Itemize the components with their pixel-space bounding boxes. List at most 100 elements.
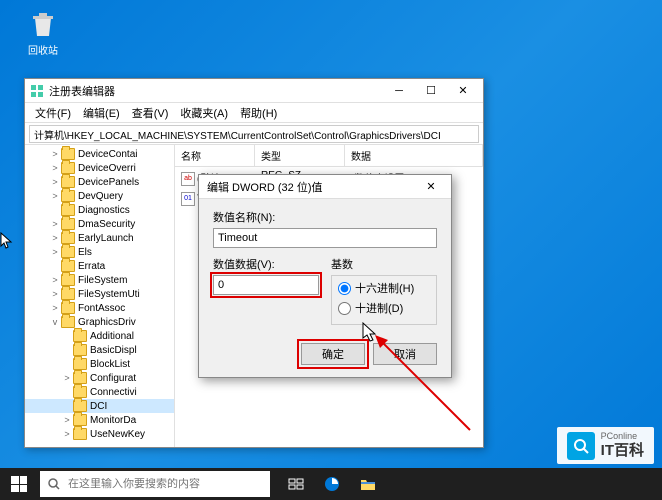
explorer-taskbar-icon[interactable] — [350, 468, 386, 500]
tree-label: FileSystem — [78, 275, 127, 286]
folder-icon — [61, 246, 75, 258]
search-input[interactable] — [68, 478, 270, 490]
expand-icon[interactable]: > — [49, 163, 61, 173]
expand-icon[interactable]: > — [49, 177, 61, 187]
folder-icon — [73, 330, 87, 342]
expand-icon[interactable] — [61, 345, 73, 355]
tree-node[interactable]: > Configurat — [25, 371, 174, 385]
tree-node[interactable]: Diagnostics — [25, 203, 174, 217]
watermark-big: IT百科 — [601, 442, 644, 460]
tree-node[interactable]: DCI — [25, 399, 174, 413]
expand-icon[interactable]: v — [49, 317, 61, 327]
tree-node[interactable]: v GraphicsDriv — [25, 315, 174, 329]
value-type-icon: 01 — [181, 192, 195, 206]
minimize-button[interactable]: ─ — [383, 80, 415, 102]
col-header-type[interactable]: 类型 — [255, 145, 345, 166]
menu-file[interactable]: 文件(F) — [29, 103, 77, 123]
value-data-input[interactable] — [213, 275, 319, 295]
address-input[interactable] — [29, 125, 479, 143]
expand-icon[interactable]: > — [49, 275, 61, 285]
folder-icon — [73, 358, 87, 370]
expand-icon[interactable] — [61, 359, 73, 369]
tree-label: GraphicsDriv — [78, 317, 136, 328]
ok-button[interactable]: 确定 — [301, 343, 365, 365]
expand-icon[interactable] — [49, 205, 61, 215]
expand-icon[interactable] — [61, 401, 73, 411]
folder-icon — [61, 302, 75, 314]
tree-node[interactable]: >FileSystemUti — [25, 287, 174, 301]
folder-icon — [61, 204, 75, 216]
expand-icon[interactable]: > — [49, 233, 61, 243]
expand-icon[interactable]: > — [61, 373, 73, 383]
expand-icon[interactable]: > — [49, 289, 61, 299]
menu-favorites[interactable]: 收藏夹(A) — [174, 103, 234, 123]
expand-icon[interactable] — [49, 261, 61, 271]
watermark-icon — [567, 432, 595, 460]
tree-node[interactable]: > EarlyLaunch — [25, 231, 174, 245]
tree-node[interactable]: Connectivi — [25, 385, 174, 399]
expand-icon[interactable] — [61, 387, 73, 397]
col-header-data[interactable]: 数据 — [345, 145, 483, 166]
folder-icon — [61, 218, 75, 230]
col-header-name[interactable]: 名称 — [175, 145, 255, 166]
tree-node[interactable]: >MonitorDa — [25, 413, 174, 427]
dialog-close-button[interactable]: ✕ — [419, 177, 443, 197]
taskbar-search[interactable] — [40, 471, 270, 497]
titlebar[interactable]: 注册表编辑器 ─ ☐ ✕ — [25, 79, 483, 103]
close-button[interactable]: ✕ — [447, 80, 479, 102]
tree-node[interactable]: >DeviceOverri — [25, 161, 174, 175]
tree-label: EarlyLaunch — [78, 233, 134, 244]
tree-node[interactable]: > FileSystem — [25, 273, 174, 287]
tree-node[interactable]: BlockList — [25, 357, 174, 371]
watermark: PConline IT百科 — [557, 427, 654, 464]
base-label: 基数 — [331, 256, 437, 272]
desktop-icon-recycle-bin[interactable]: 回收站 — [18, 8, 68, 57]
tree-label: DCI — [90, 401, 107, 412]
expand-icon[interactable]: > — [49, 149, 61, 159]
tree-node[interactable]: >FontAssoc — [25, 301, 174, 315]
menu-view[interactable]: 查看(V) — [126, 103, 175, 123]
folder-icon — [61, 274, 75, 286]
expand-icon[interactable]: > — [49, 247, 61, 257]
task-view-button[interactable] — [278, 468, 314, 500]
cancel-button[interactable]: 取消 — [373, 343, 437, 365]
addressbar — [25, 123, 483, 145]
tree-node[interactable]: Errata — [25, 259, 174, 273]
tree-label: Configurat — [90, 373, 136, 384]
tree-node[interactable]: Additional — [25, 329, 174, 343]
tree-panel[interactable]: >DeviceContai>DeviceOverri>DevicePanels>… — [25, 145, 175, 447]
value-type-icon: ab — [181, 172, 195, 186]
tree-label: Diagnostics — [78, 205, 130, 216]
tree-label: DevQuery — [78, 191, 123, 202]
edge-taskbar-icon[interactable] — [314, 468, 350, 500]
tree-label: BlockList — [90, 359, 130, 370]
tree-node[interactable]: > DmaSecurity — [25, 217, 174, 231]
folder-icon — [61, 316, 75, 328]
expand-icon[interactable]: > — [61, 429, 73, 439]
tree-node[interactable]: >UseNewKey — [25, 427, 174, 441]
maximize-button[interactable]: ☐ — [415, 80, 447, 102]
folder-icon — [61, 232, 75, 244]
value-name-input[interactable] — [213, 228, 437, 248]
tree-node[interactable]: >Els — [25, 245, 174, 259]
folder-icon — [61, 148, 75, 160]
expand-icon[interactable]: > — [61, 415, 73, 425]
start-button[interactable] — [0, 468, 38, 500]
menu-edit[interactable]: 编辑(E) — [77, 103, 126, 123]
tree-node[interactable]: >DevicePanels — [25, 175, 174, 189]
menu-help[interactable]: 帮助(H) — [234, 103, 283, 123]
expand-icon[interactable]: > — [49, 219, 61, 229]
tree-node[interactable]: > DeviceContai — [25, 147, 174, 161]
radio-dec[interactable]: 十进制(D) — [338, 300, 430, 316]
tree-label: DmaSecurity — [78, 219, 135, 230]
radio-hex[interactable]: 十六进制(H) — [338, 280, 430, 296]
tree-node[interactable]: > DevQuery — [25, 189, 174, 203]
dialog-titlebar[interactable]: 编辑 DWORD (32 位)值 ✕ — [199, 175, 451, 199]
folder-icon — [61, 288, 75, 300]
expand-icon[interactable] — [61, 331, 73, 341]
expand-icon[interactable]: > — [49, 191, 61, 201]
tree-node[interactable]: BasicDispl — [25, 343, 174, 357]
tree-label: DeviceContai — [78, 149, 137, 160]
tree-label: Errata — [78, 261, 105, 272]
expand-icon[interactable]: > — [49, 303, 61, 313]
